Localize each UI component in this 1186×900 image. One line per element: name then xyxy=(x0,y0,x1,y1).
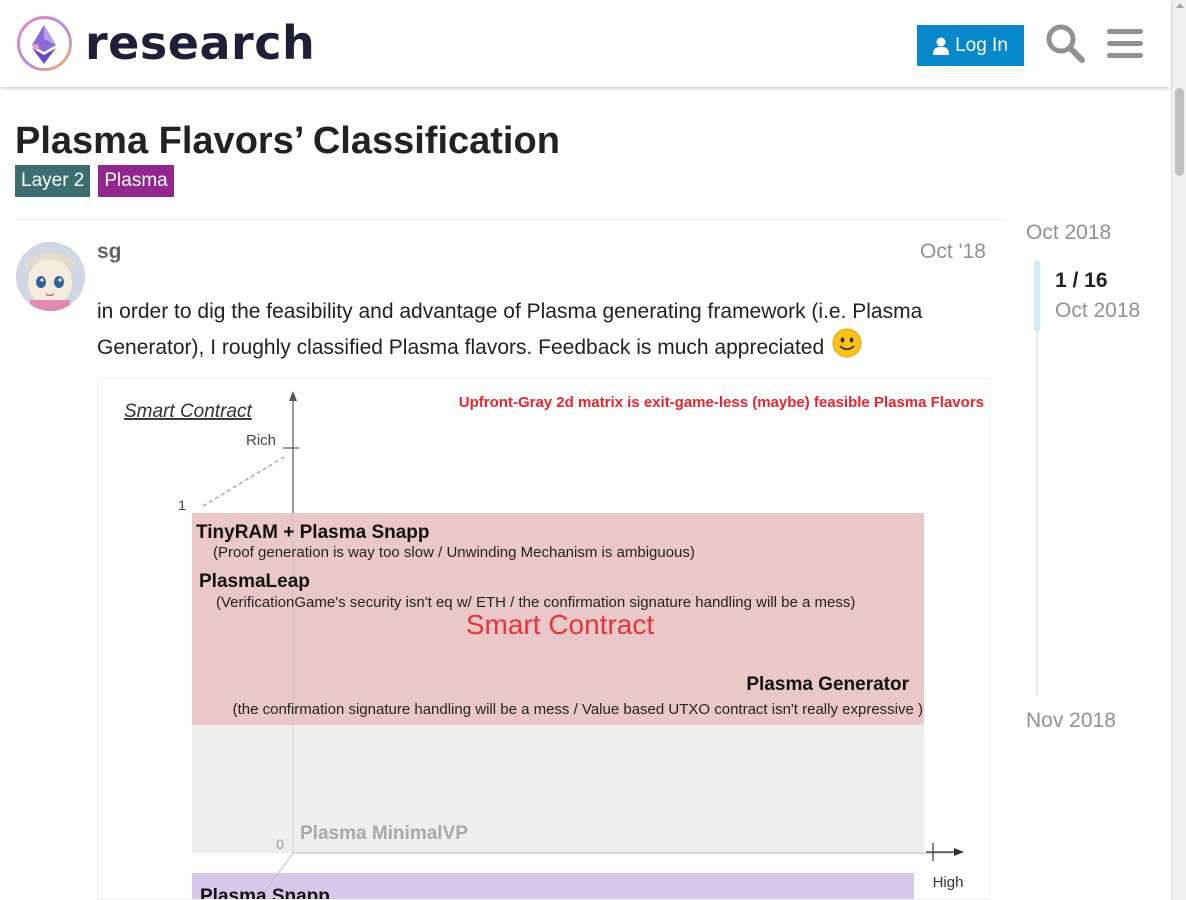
figure-item-name: Plasma MinimalVP xyxy=(300,823,468,844)
login-label: Log In xyxy=(955,34,1008,56)
post-body: in order to dig the feasibility and adva… xyxy=(97,296,992,364)
figure-axis-label: Smart Contract xyxy=(124,401,252,422)
tag-layer-2[interactable]: Layer 2 xyxy=(15,165,91,197)
figure-axis-rich: Rich xyxy=(246,432,276,449)
classification-figure[interactable]: Smart Contract Upfront-Gray 2d matrix is… xyxy=(97,378,990,900)
figure-item-name: Plasma Snapp xyxy=(200,886,330,900)
site-header: research Log In xyxy=(0,0,1171,87)
hamburger-menu-icon[interactable] xyxy=(1104,22,1146,64)
figure-item-note: (the confirmation signature handling wil… xyxy=(233,701,923,718)
search-icon[interactable] xyxy=(1044,22,1086,64)
figure-item-note: (Proof generation is way too slow / Unwi… xyxy=(213,544,695,561)
figure-axis-high: High xyxy=(933,874,964,891)
topic-tags: Layer 2 Plasma xyxy=(15,165,182,197)
scrollbar-thumb[interactable] xyxy=(1175,88,1184,176)
figure-axis-one: 1 xyxy=(178,497,186,513)
figure-headline: Upfront-Gray 2d matrix is exit-game-less… xyxy=(459,394,984,411)
figure-item-name: PlasmaLeap xyxy=(199,571,310,592)
site-logo[interactable]: research xyxy=(16,15,315,72)
timeline-handle[interactable] xyxy=(1034,260,1040,332)
login-button[interactable]: Log In xyxy=(917,25,1024,66)
avatar[interactable] xyxy=(16,242,85,311)
figure-axis-zero: 0 xyxy=(276,836,284,852)
figure-item-name: Plasma Generator xyxy=(746,674,909,695)
page-scrollbar[interactable] xyxy=(1171,0,1186,900)
post-date[interactable]: Oct '18 xyxy=(920,240,986,264)
post-username[interactable]: sg xyxy=(97,240,122,264)
title-divider xyxy=(15,219,1004,220)
post-text: in order to dig the feasibility and adva… xyxy=(97,300,923,359)
timeline-current-date: Oct 2018 xyxy=(1055,299,1141,322)
slightly-smiling-face-icon xyxy=(832,328,862,358)
timeline-position: 1 / 16 xyxy=(1055,269,1108,292)
timeline-start-date[interactable]: Oct 2018 xyxy=(1026,221,1111,245)
user-icon xyxy=(933,37,950,55)
timeline-end-date[interactable]: Nov 2018 xyxy=(1026,709,1116,733)
site-name: research xyxy=(85,16,316,70)
topic-title[interactable]: Plasma Flavors’ Classification xyxy=(15,120,560,163)
scroll-up-arrow-icon[interactable] xyxy=(1176,3,1184,8)
ethereum-logo-icon xyxy=(17,16,72,71)
figure-item-name: TinyRAM + Plasma Snapp xyxy=(196,522,430,543)
tag-plasma[interactable]: Plasma xyxy=(98,165,174,197)
figure-region-label: Smart Contract xyxy=(466,609,654,640)
